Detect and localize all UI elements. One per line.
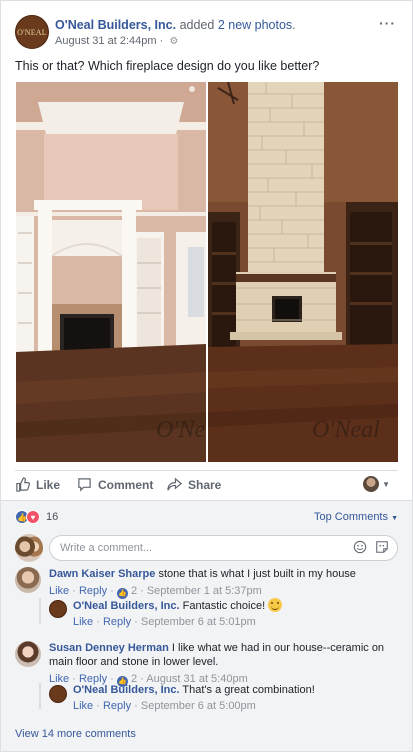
reply-reply-link[interactable]: Reply xyxy=(103,700,131,712)
post-timestamp[interactable]: August 31 at 2:44pm xyxy=(55,35,157,47)
page-avatar-logo-text: O'NEAL xyxy=(17,27,47,37)
top-comments-label: Top Comments xyxy=(314,511,388,523)
commenter-name[interactable]: Susan Denney Herman xyxy=(49,642,169,654)
share-label: Share xyxy=(188,477,222,492)
actions-divider xyxy=(15,470,398,471)
comment-like-link[interactable]: Like xyxy=(49,585,69,597)
page-name-link[interactable]: O'Neal Builders, Inc. xyxy=(55,18,176,32)
reply-like-link[interactable]: Like xyxy=(73,616,93,628)
comment-text: stone that is what I just built in my ho… xyxy=(158,568,356,580)
reply-body: O'Neal Builders, Inc. That's a great com… xyxy=(73,683,315,713)
reply-text: Fantastic choice! xyxy=(182,600,266,612)
chevron-down-icon: ▼ xyxy=(382,479,390,489)
reply-meta: Like · Reply · September 6 at 5:00pm xyxy=(73,700,256,712)
reply-time[interactable]: September 6 at 5:01pm xyxy=(141,616,256,628)
photo-painted-fireplace[interactable]: O'Neal xyxy=(16,82,206,462)
comment-bubble-icon xyxy=(78,478,91,492)
reaction-count: 16 xyxy=(46,511,59,523)
sticker-icon[interactable] xyxy=(375,540,389,554)
chevron-down-icon: ▼ xyxy=(391,515,398,522)
comment-reply-link[interactable]: Reply xyxy=(79,585,107,597)
reply-reply-link[interactable]: Reply xyxy=(103,616,131,628)
viewer-avatar xyxy=(15,534,43,562)
page-avatar[interactable]: O'NEAL xyxy=(15,15,49,49)
viewer-avatar xyxy=(363,476,380,492)
thumbs-up-icon xyxy=(16,477,30,492)
reply-item: O'Neal Builders, Inc. That's a great com… xyxy=(39,683,398,713)
right-photo-watermark: O'Neal xyxy=(312,417,380,443)
action-prefix: added xyxy=(179,18,215,32)
love-reaction-icon: ♥ xyxy=(26,510,40,524)
reply-meta: Like · Reply · September 6 at 5:01pm xyxy=(73,616,256,628)
comment-composer: Write a comment... xyxy=(15,534,398,562)
top-comments-dropdown[interactable]: Top Comments ▼ xyxy=(314,511,398,523)
reply-item: O'Neal Builders, Inc. Fantastic choice! … xyxy=(39,598,398,629)
photos-link[interactable]: 2 new photos xyxy=(218,18,292,32)
photo-stone-fireplace[interactable]: O'Neal xyxy=(208,82,398,462)
comment-body: Susan Denney Herman I like what we had i… xyxy=(49,641,398,687)
audience-gear-icon[interactable]: ⚙ xyxy=(169,36,178,47)
reply-thread-line xyxy=(39,683,41,709)
post-as-selector[interactable]: ▼ xyxy=(363,476,390,492)
share-button[interactable]: Share xyxy=(167,477,221,492)
reply-time[interactable]: September 6 at 5:00pm xyxy=(141,700,256,712)
reply-text: That's a great combination! xyxy=(182,684,315,696)
comment-body: Dawn Kaiser Sharpe stone that is what I … xyxy=(49,567,398,599)
page-avatar[interactable] xyxy=(49,600,67,618)
reply-like-link[interactable]: Like xyxy=(73,700,93,712)
reply-body: O'Neal Builders, Inc. Fantastic choice! … xyxy=(73,598,283,629)
comment-input[interactable]: Write a comment... xyxy=(49,535,398,561)
share-arrow-icon xyxy=(167,477,182,491)
emoji-icon[interactable] xyxy=(353,540,367,554)
painted-fireplace-illustration: O'Neal xyxy=(16,82,206,462)
action-suffix: . xyxy=(292,18,296,32)
replier-name[interactable]: O'Neal Builders, Inc. xyxy=(73,600,180,612)
reactions-summary[interactable]: 👍 ♥ 16 xyxy=(15,510,58,524)
left-photo-watermark: O'Neal xyxy=(156,417,206,443)
like-label: Like xyxy=(36,477,61,492)
commenter-name[interactable]: Dawn Kaiser Sharpe xyxy=(49,568,155,580)
post-headline: O'Neal Builders, Inc. added 2 new photos… xyxy=(55,18,296,32)
smiley-emoji-icon xyxy=(268,598,283,612)
stone-fireplace-illustration: O'Neal xyxy=(208,82,398,462)
page-avatar[interactable] xyxy=(49,685,67,703)
comment-meta: Like · Reply · 👍 2 · September 1 at 5:37… xyxy=(49,585,262,599)
commenter-avatar[interactable] xyxy=(15,641,41,667)
timestamp-separator: · xyxy=(159,35,164,47)
comment-time[interactable]: September 1 at 5:37pm xyxy=(147,585,262,597)
post-text: This or that? Which fireplace design do … xyxy=(15,59,320,73)
reply-thread-line xyxy=(39,598,41,624)
comment-button[interactable]: Comment xyxy=(77,477,153,492)
comment-like-count[interactable]: 2 xyxy=(131,585,137,597)
view-more-comments-link[interactable]: View 14 more comments xyxy=(15,728,136,740)
post-header: O'NEAL O'Neal Builders, Inc. added 2 new… xyxy=(15,15,402,51)
more-options-icon[interactable]: ··· xyxy=(379,15,396,31)
comment-label: Comment xyxy=(98,477,154,492)
post-meta: August 31 at 2:44pm · ⚙ xyxy=(55,35,178,47)
commenter-avatar[interactable] xyxy=(15,567,41,593)
comment-input-placeholder: Write a comment... xyxy=(60,542,153,554)
like-button[interactable]: Like xyxy=(15,477,60,492)
replier-name[interactable]: O'Neal Builders, Inc. xyxy=(73,684,180,696)
post-card: O'NEAL O'Neal Builders, Inc. added 2 new… xyxy=(0,0,413,752)
post-actions: Like Comment Share ▼ xyxy=(15,473,398,499)
